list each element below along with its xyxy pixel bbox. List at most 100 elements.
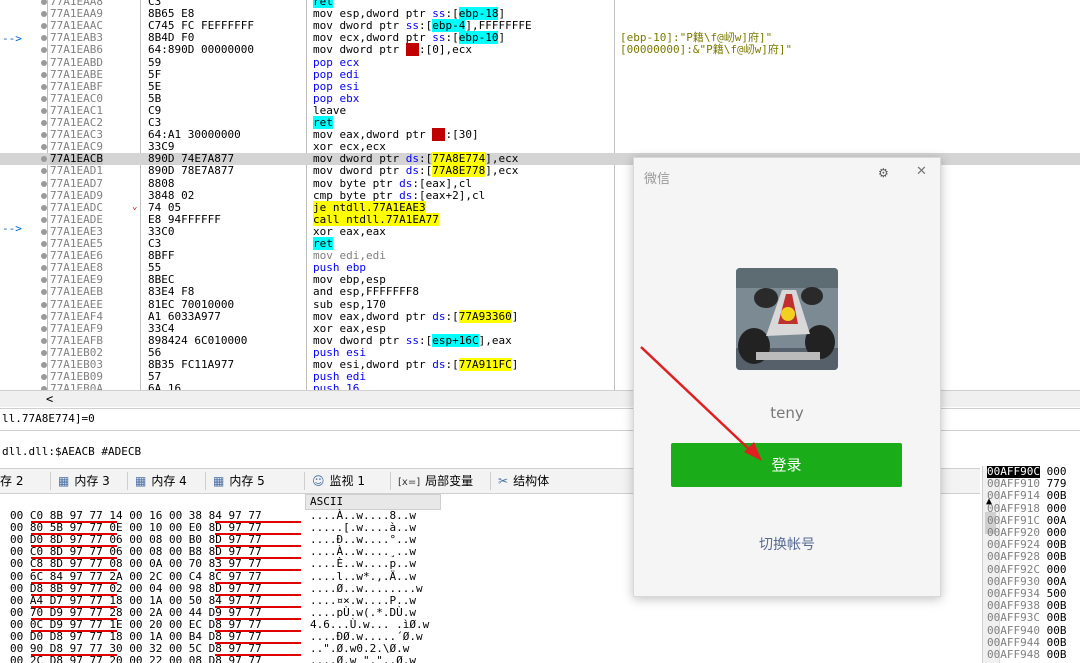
breakpoint-dot-icon[interactable] xyxy=(41,0,47,5)
disasm-address: 77A1EAD9 xyxy=(50,188,103,202)
tab-1[interactable]: ▦ 内存 3 xyxy=(58,472,110,490)
info-text-1: ll.77A8E774]=0 xyxy=(2,412,95,425)
breakpoint-dot-icon[interactable] xyxy=(41,289,47,296)
tab-4[interactable]: ☺ 监视 1 xyxy=(312,472,365,490)
breakpoint-dot-icon[interactable] xyxy=(41,301,47,308)
breakpoint-dot-icon[interactable] xyxy=(41,120,47,126)
instruction-token: :[ xyxy=(418,19,433,33)
stack-row[interactable]: 00AFF92C 000 xyxy=(987,563,1066,576)
instruction-token: xor eax,eax xyxy=(313,224,386,238)
instruction-token: je ntdll.77A1EAE3 xyxy=(313,200,426,214)
stack-row[interactable]: 00AFF93C 00B xyxy=(987,612,1066,624)
breakpoint-dot-icon[interactable] xyxy=(41,216,47,223)
breakpoint-dot-icon[interactable] xyxy=(41,23,47,30)
stack-value: 00B xyxy=(1039,489,1067,503)
instruction-token: mov eax,dword ptr xyxy=(313,128,433,142)
breakpoint-dot-icon[interactable] xyxy=(41,337,47,344)
disasm-row[interactable]: 77A1EABD 59 pop ecx xyxy=(0,56,1080,69)
disasm-bytes: 898424 6C010000 xyxy=(148,333,248,347)
instruction-token: push edi xyxy=(313,370,366,384)
stack-row[interactable]: 00AFF914 00B xyxy=(987,490,1066,502)
stack-row[interactable]: 00AFF938 00B xyxy=(987,600,1066,612)
instruction-token: ds xyxy=(405,164,419,178)
breakpoint-dot-icon[interactable] xyxy=(41,228,47,235)
instruction-token: mov esp,dword ptr xyxy=(313,7,433,21)
stack-row[interactable]: 00AFF928 00B xyxy=(987,551,1066,563)
scroll-left-icon[interactable]: < xyxy=(46,392,53,406)
tab-label: 结构体 xyxy=(513,474,550,488)
ascii-column-header: ASCII xyxy=(305,494,441,510)
disasm-row[interactable]: 77A1EABF 5E pop esi xyxy=(0,80,1080,93)
breakpoint-dot-icon[interactable] xyxy=(41,71,47,78)
stack-value: 00B xyxy=(1039,599,1067,613)
dump-ascii: ....¤×.w....P..w xyxy=(310,593,416,607)
stack-row[interactable]: 00AFF944 00B xyxy=(987,635,1067,649)
tab-3[interactable]: ▦ 内存 5 xyxy=(213,472,265,490)
stack-row[interactable]: 00AFF90C 000 xyxy=(987,466,1066,478)
breakpoint-dot-icon[interactable] xyxy=(41,144,47,151)
stack-row[interactable]: 00AFF934 500 xyxy=(987,588,1066,600)
breakpoint-dot-icon[interactable] xyxy=(41,204,47,211)
disasm-address: 77A1EAD7 xyxy=(50,176,103,190)
breakpoint-dot-icon[interactable] xyxy=(41,241,47,247)
breakpoint-dot-icon[interactable] xyxy=(41,47,47,54)
stack-value: 000 xyxy=(1039,466,1067,478)
disasm-bytes: A1 6033A977 xyxy=(148,309,221,323)
breakpoint-dot-icon[interactable] xyxy=(41,156,47,163)
breakpoint-dot-icon[interactable] xyxy=(41,168,47,175)
breakpoint-dot-icon[interactable] xyxy=(41,325,47,332)
breakpoint-dot-icon[interactable] xyxy=(41,180,47,187)
stack-row[interactable]: 00AFF948 00B xyxy=(987,649,1066,661)
tab-5[interactable]: [x=] 局部变量 xyxy=(398,472,473,490)
avatar xyxy=(736,268,838,370)
instruction-token: 77A93360 xyxy=(458,309,512,323)
instruction-token: cmp byte ptr xyxy=(313,188,400,202)
breakpoint-dot-icon[interactable] xyxy=(41,362,47,368)
breakpoint-dot-icon[interactable] xyxy=(41,35,47,42)
switch-account-link[interactable]: 切换帐号 xyxy=(634,534,940,554)
disasm-comment: [00000000]:&"P籍\f@屻w]府]" xyxy=(620,43,793,57)
login-button[interactable]: 登录 xyxy=(671,443,902,487)
stack-row[interactable]: 00AFF930 00A xyxy=(987,575,1066,588)
breakpoint-dot-icon[interactable] xyxy=(41,192,47,199)
breakpoint-dot-icon[interactable] xyxy=(41,374,47,381)
breakpoint-dot-icon[interactable] xyxy=(41,95,47,102)
tab-2[interactable]: ▦ 内存 4 xyxy=(135,472,187,490)
settings-gear-icon[interactable]: ⚙ xyxy=(878,166,889,180)
disasm-address: 77A1EB0A xyxy=(50,382,103,390)
close-icon[interactable]: ✕ xyxy=(916,164,927,179)
disasm-row[interactable]: 77A1EABE 5F pop edi xyxy=(0,68,1080,81)
breakpoint-dot-icon[interactable] xyxy=(41,265,47,272)
stack-pane[interactable]: ▲ 00AFF90C 000 00AFF910 779 00AFF914 00B 00… xyxy=(982,466,1080,663)
disasm-row[interactable]: 77A1EAC1 C9 leave xyxy=(0,103,1080,117)
stack-row[interactable]: 00AFF924 00B xyxy=(987,539,1066,551)
breakpoint-dot-icon[interactable] xyxy=(41,132,47,139)
breakpoint-dot-icon[interactable] xyxy=(41,349,47,356)
instruction-token: leave xyxy=(313,103,347,117)
breakpoint-dot-icon[interactable] xyxy=(41,253,47,260)
breakpoint-dot-icon[interactable] xyxy=(41,59,47,66)
breakpoint-dot-icon[interactable] xyxy=(41,313,47,320)
jump-arrow-icon: --> xyxy=(2,32,22,45)
breakpoint-dot-icon[interactable] xyxy=(41,107,47,114)
breakpoint-dot-icon[interactable] xyxy=(41,83,47,90)
stack-row[interactable]: 00AFF940 00B xyxy=(987,624,1066,637)
instruction-token: push esi xyxy=(313,345,366,359)
instruction-token: ebp-4 xyxy=(432,19,466,33)
disasm-bytes: 3848 02 xyxy=(148,188,195,202)
tab-0[interactable]: 存 2 xyxy=(0,472,23,490)
dump-hex: 00 2C D8 97 77 20 00 22 00 08 D8 97 77 xyxy=(10,654,262,663)
breakpoint-dot-icon[interactable] xyxy=(41,11,47,18)
disasm-row[interactable]: 77A1EAC0 5B pop ebx xyxy=(0,92,1080,105)
disasm-bytes: 81EC 70010000 xyxy=(148,297,235,311)
stack-row[interactable]: 00AFF920 000 xyxy=(987,527,1066,539)
stack-row[interactable]: 00AFF910 779 xyxy=(987,478,1066,490)
stack-address: 00AFF944 xyxy=(987,635,1040,649)
instruction-token: ds xyxy=(399,176,413,190)
disasm-row[interactable]: 77A1EAB6 64:890D 00000000 mov dword ptr fs… xyxy=(0,43,1080,57)
tab-6[interactable]: ✂ 结构体 xyxy=(498,472,549,490)
stack-value: 00B xyxy=(1039,635,1067,649)
stack-row[interactable]: 00AFF918 000 xyxy=(987,502,1066,515)
stack-row[interactable]: 00AFF91C 00A xyxy=(987,514,1066,527)
breakpoint-dot-icon[interactable] xyxy=(41,277,47,284)
